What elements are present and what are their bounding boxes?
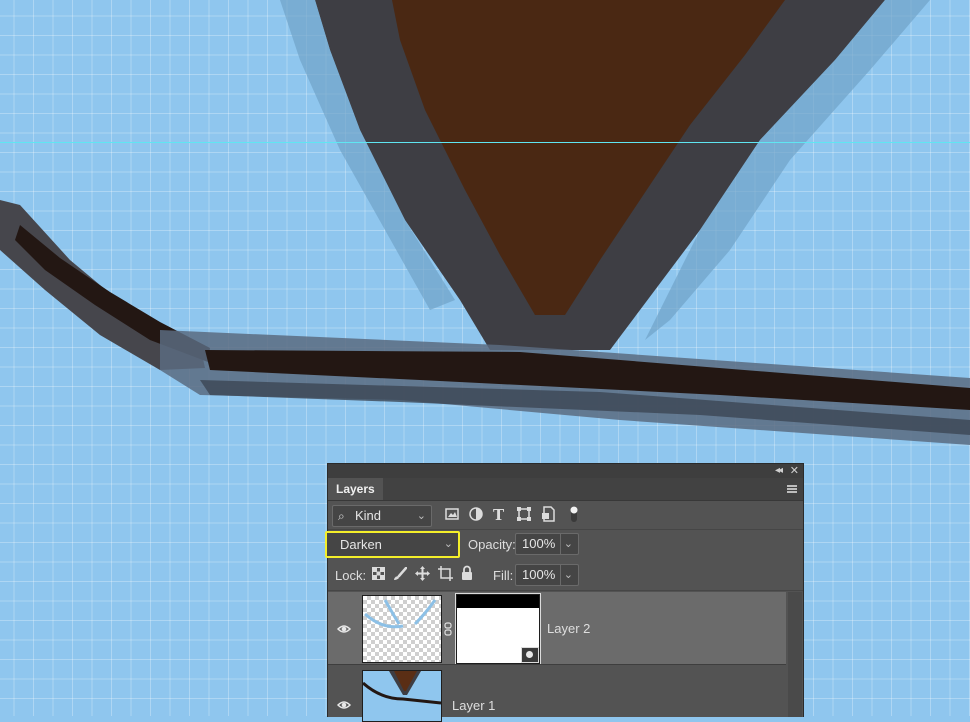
lock-all-icon[interactable] bbox=[461, 565, 473, 580]
blend-mode-value: Darken bbox=[340, 537, 382, 552]
filter-row: ⌕ Kind ⌄ T bbox=[328, 501, 803, 529]
layer-row[interactable]: Layer 1 bbox=[328, 665, 786, 722]
fill-label: Fill: bbox=[493, 568, 514, 583]
mask-badge-icon bbox=[521, 647, 539, 663]
layer-mask-thumbnail[interactable] bbox=[455, 593, 541, 665]
kind-filter-label: Kind bbox=[355, 508, 382, 523]
layer-name[interactable]: Layer 2 bbox=[547, 621, 590, 636]
chevron-down-icon: ⌄ bbox=[416, 510, 426, 522]
opacity-value: 100% bbox=[522, 536, 556, 551]
panel-menu-icon[interactable] bbox=[787, 485, 797, 493]
panel-title-bar: ◂◂ ✕ bbox=[328, 464, 803, 478]
layer-thumbnail[interactable] bbox=[362, 595, 442, 663]
mask-black-area bbox=[457, 595, 539, 608]
opacity-label: Opacity: bbox=[468, 537, 516, 552]
image-filter-icon[interactable] bbox=[445, 507, 459, 521]
chevron-down-icon[interactable]: ⌄ bbox=[564, 534, 573, 554]
close-icon[interactable]: ✕ bbox=[790, 464, 799, 478]
layer-thumbnail-art bbox=[363, 671, 441, 705]
chevron-down-icon[interactable]: ⌄ bbox=[564, 565, 573, 585]
layer-name[interactable]: Layer 1 bbox=[452, 698, 495, 713]
blend-mode-dropdown[interactable]: Darken ⌄ bbox=[325, 531, 460, 558]
visibility-eye-icon[interactable] bbox=[337, 698, 351, 712]
chevron-down-icon: ⌄ bbox=[443, 538, 453, 550]
layers-scrollbar[interactable] bbox=[788, 592, 802, 717]
opacity-field[interactable]: 100% ⌄ bbox=[515, 533, 579, 555]
type-filter-icon[interactable]: T bbox=[493, 507, 504, 523]
fill-value: 100% bbox=[522, 567, 556, 582]
smart-object-filter-icon[interactable] bbox=[541, 506, 555, 522]
tab-layers[interactable]: Layers bbox=[328, 478, 383, 500]
double-chevron-left-icon[interactable]: ◂◂ bbox=[775, 464, 783, 478]
kind-filter-dropdown[interactable]: ⌕ Kind ⌄ bbox=[332, 505, 432, 527]
lock-image-pixels-icon[interactable] bbox=[393, 567, 407, 581]
layers-panel: ◂◂ ✕ Layers ⌕ Kind ⌄ T Darken ⌄ Opacity:… bbox=[325, 463, 804, 722]
link-icon[interactable] bbox=[444, 622, 452, 636]
search-icon: ⌕ bbox=[338, 509, 345, 523]
visibility-eye-icon[interactable] bbox=[337, 622, 351, 636]
blend-row: Darken ⌄ Opacity: 100% ⌄ bbox=[325, 530, 803, 560]
lock-row: Lock: Fill: 100% ⌄ bbox=[328, 560, 803, 590]
lock-position-icon[interactable] bbox=[415, 566, 430, 581]
layer-thumbnail[interactable] bbox=[362, 670, 442, 722]
filter-toggle-icon[interactable] bbox=[569, 504, 579, 524]
layer-thumbnail-art bbox=[364, 599, 437, 629]
panel-tab-row: Layers bbox=[328, 478, 803, 501]
fill-field[interactable]: 100% ⌄ bbox=[515, 564, 579, 586]
lock-transparent-pixels-icon[interactable] bbox=[372, 567, 385, 580]
guide-line[interactable] bbox=[0, 142, 970, 143]
lock-label: Lock: bbox=[335, 568, 367, 583]
lock-artboard-icon[interactable] bbox=[438, 566, 453, 581]
adjustment-filter-icon[interactable] bbox=[469, 507, 483, 521]
shape-filter-icon[interactable] bbox=[517, 507, 531, 521]
layer-row[interactable]: Layer 2 bbox=[328, 592, 786, 665]
